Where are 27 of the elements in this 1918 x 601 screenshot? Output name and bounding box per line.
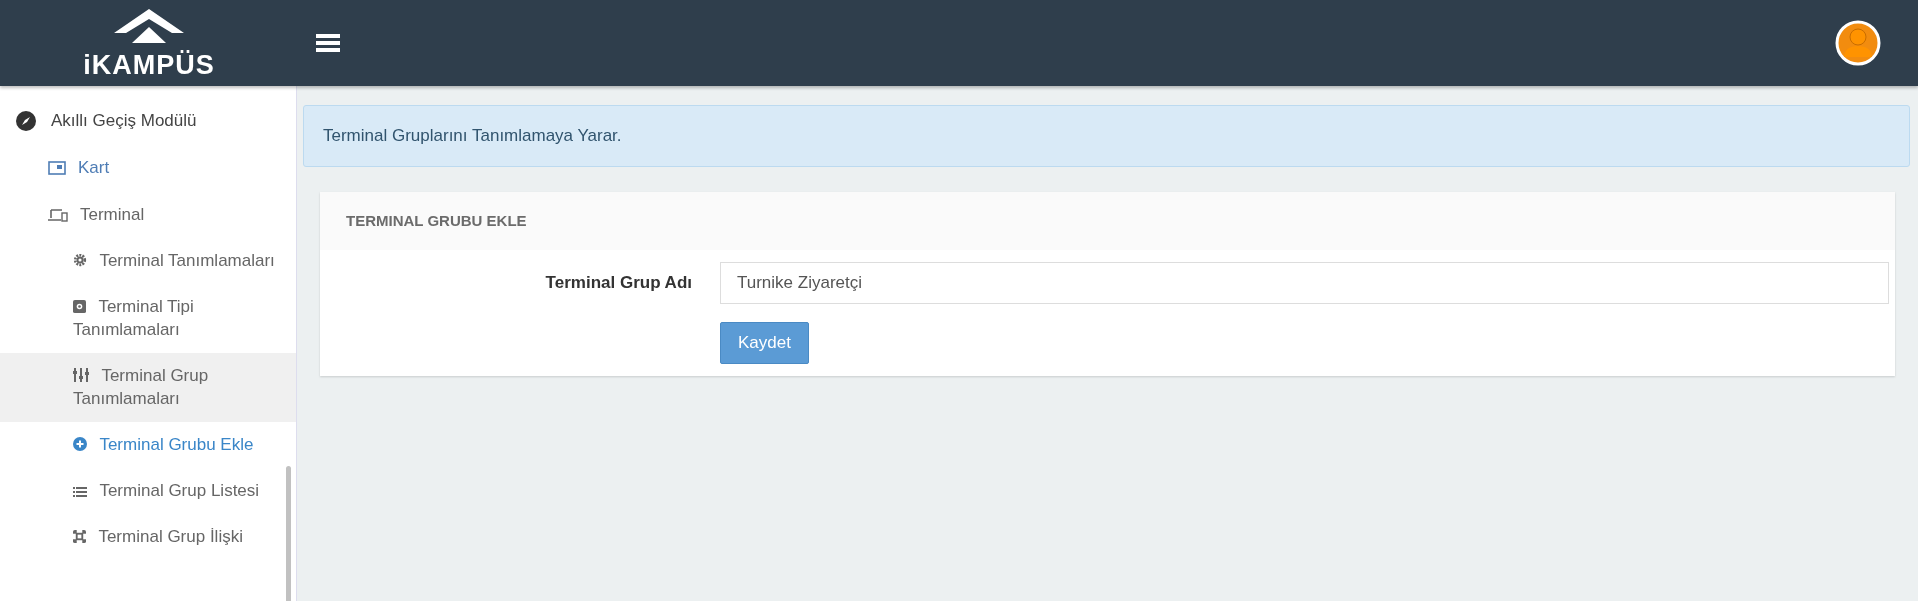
- user-avatar-icon[interactable]: [1835, 20, 1881, 66]
- expand-square-icon: [73, 530, 86, 543]
- sidebar-item[interactable]: Terminal Tipi Tanımlamaları: [0, 284, 296, 353]
- sidebar-item[interactable]: Kart: [0, 144, 296, 191]
- logo-text: iKAMPÜS: [83, 49, 215, 81]
- sidebar-item[interactable]: Terminal Grubu Ekle: [0, 422, 296, 468]
- sidebar-item[interactable]: Terminal Grup İlişki: [0, 514, 296, 560]
- sliders-icon: [73, 368, 89, 382]
- field-label: Terminal Grup Adı: [544, 273, 693, 293]
- gear-icon: [73, 253, 87, 267]
- compass-icon: [16, 110, 36, 131]
- list-icon: [73, 487, 87, 497]
- sidebar-item[interactable]: Akıllı Geçiş Modülü: [0, 97, 296, 144]
- input-field[interactable]: Turnike Ziyaretçi: [720, 262, 1889, 304]
- scrollbar[interactable]: [286, 466, 291, 601]
- alert-text: Terminal Gruplarını Tanımlamaya Yarar.: [323, 126, 622, 145]
- save-button[interactable]: Kaydet: [720, 322, 809, 364]
- plus-circle-icon: [73, 437, 87, 451]
- square-gear-icon: [73, 300, 86, 313]
- sidebar-item[interactable]: Terminal: [0, 191, 296, 238]
- devices-icon: [48, 207, 68, 222]
- card-icon: [48, 160, 66, 175]
- sidebar-item[interactable]: Terminal Grup Tanımlamaları: [0, 353, 296, 422]
- card-title: TERMINAL GRUBU EKLE: [346, 212, 527, 229]
- sidebar-item[interactable]: Terminal Grup Listesi: [0, 468, 296, 514]
- sidebar-item[interactable]: Terminal Tanımlamaları: [0, 238, 296, 284]
- menu-icon[interactable]: [316, 33, 340, 53]
